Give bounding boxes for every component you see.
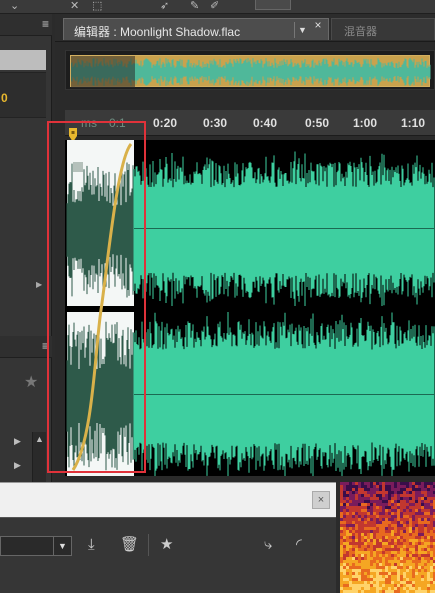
files-list-selected-row[interactable]: [0, 50, 46, 70]
merge-icon[interactable]: ⤷: [264, 536, 272, 554]
expand-arrow-icon[interactable]: ▶: [14, 460, 21, 471]
ruler-label: 0:30: [203, 116, 228, 130]
trash-icon[interactable]: 🗑: [120, 536, 139, 554]
dropdown-arrow-icon[interactable]: ▼: [53, 537, 71, 555]
tab-editor-label: 编辑器 : Moonlight Shadow.flac: [74, 25, 241, 39]
tool-heal-icon[interactable]: ✐: [210, 0, 219, 12]
overview-waveform: [71, 56, 431, 88]
ruler-label: 0:40: [253, 116, 278, 130]
ruler-label: 1:10: [401, 116, 426, 130]
star-icon[interactable]: ★: [160, 536, 173, 554]
editor-tab-bar: 编辑器 : Moonlight Shadow.flac ▼ × 混音器: [55, 14, 435, 42]
ruler-label: 1:00: [353, 116, 378, 130]
dropdown-arrow-icon[interactable]: ▼: [294, 22, 310, 38]
panel-menu-icon[interactable]: ≡: [42, 18, 49, 30]
time-ruler[interactable]: ms 0:1 0:20 0:30 0:40 0:50 1:00 1:10: [65, 110, 435, 142]
waveform-canvas[interactable]: [65, 140, 435, 476]
floating-panel-toolbar: ▼ ⤓ 🗑 ★ ⤷ ◜: [0, 517, 336, 593]
tool-cross-icon[interactable]: ✕: [70, 0, 79, 12]
waveform-overview[interactable]: [65, 50, 435, 90]
star-icon[interactable]: ★: [24, 372, 38, 392]
tool-lasso-icon[interactable]: ➶: [160, 0, 169, 12]
waveform-display[interactable]: [65, 140, 435, 476]
tab-mixer[interactable]: 混音器: [331, 18, 435, 40]
tool-brush-icon[interactable]: ✎: [190, 0, 199, 12]
toolbar-divider: [148, 534, 149, 556]
close-icon[interactable]: ×: [312, 491, 330, 509]
left-dock: ≡ 0 ▶ ≡ ★ ▶ ▶ ▲: [0, 14, 52, 482]
ruler-label: 0:20: [153, 116, 178, 130]
overview-viewport[interactable]: [70, 55, 431, 88]
download-icon[interactable]: ⤓: [88, 536, 95, 554]
floating-panel: × ▼ ⤓ 🗑 ★ ⤷ ◜: [0, 482, 336, 593]
tab-mixer-label: 混音器: [344, 26, 377, 38]
effects-panel-header: ≡: [0, 336, 52, 358]
tab-editor[interactable]: 编辑器 : Moonlight Shadow.flac ▼: [63, 18, 329, 40]
ruler-label: 0:1: [109, 116, 126, 130]
scroll-right-arrow-icon[interactable]: ▶: [36, 280, 42, 289]
expand-arrow-icon[interactable]: ▶: [14, 436, 21, 447]
curve-icon[interactable]: ◜: [296, 536, 302, 554]
spectral-view: [340, 482, 435, 593]
ruler-label: ms: [81, 116, 97, 130]
workspace-button[interactable]: [255, 0, 291, 10]
fade-handle: [73, 162, 83, 172]
panel-menu-icon[interactable]: ≡: [42, 340, 49, 352]
tool-arrow-icon[interactable]: ⌄: [10, 0, 19, 12]
ruler-label: 0:50: [305, 116, 330, 130]
files-marker-value: 0: [1, 91, 8, 105]
preset-select[interactable]: ▼: [0, 536, 72, 556]
top-toolbar: ⌄ ✕ ⬚ ➶ ✎ ✐: [0, 0, 435, 14]
files-list-row[interactable]: 0: [0, 72, 46, 118]
tool-marquee-icon[interactable]: ⬚: [92, 0, 102, 12]
spectral-canvas: [340, 482, 435, 593]
scroll-up-arrow-icon[interactable]: ▲: [35, 434, 44, 444]
editor-panel: 编辑器 : Moonlight Shadow.flac ▼ × 混音器 ms 0:…: [55, 14, 435, 482]
close-icon[interactable]: ×: [312, 18, 324, 32]
files-panel-header: ≡: [0, 14, 52, 36]
